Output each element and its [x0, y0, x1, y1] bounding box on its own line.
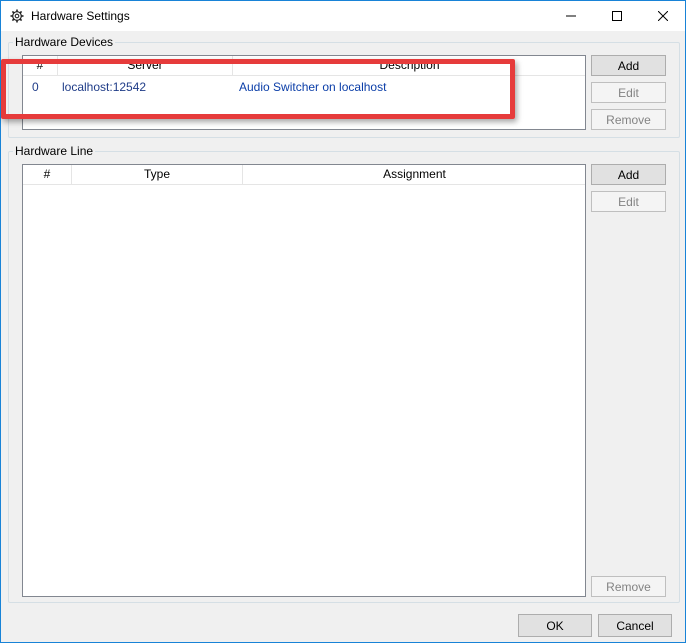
cancel-button[interactable]: Cancel	[598, 614, 672, 637]
list-header: # Type Assignment	[23, 165, 585, 185]
hardware-devices-label: Hardware Devices	[13, 35, 116, 49]
column-header-description[interactable]: Description	[233, 56, 586, 76]
hardware-line-label: Hardware Line	[13, 144, 96, 158]
row-description: Audio Switcher on localhost	[239, 80, 387, 94]
devices-remove-button[interactable]: Remove	[591, 109, 666, 130]
column-header-number[interactable]: #	[23, 56, 58, 76]
ok-button[interactable]: OK	[518, 614, 592, 637]
title-bar: Hardware Settings	[1, 1, 685, 31]
column-header-number[interactable]: #	[23, 165, 72, 185]
hardware-settings-window: Hardware Settings Hardware Devices # Ser…	[0, 0, 686, 643]
line-remove-button[interactable]: Remove	[591, 576, 666, 597]
hardware-devices-list[interactable]: # Server Description 0 localhost:12542 A…	[22, 55, 586, 130]
line-add-button[interactable]: Add	[591, 164, 666, 185]
devices-add-button[interactable]: Add	[591, 55, 666, 76]
devices-edit-button[interactable]: Edit	[591, 82, 666, 103]
gear-icon	[10, 9, 24, 23]
row-server: localhost:12542	[62, 80, 147, 94]
maximize-icon	[612, 11, 622, 21]
row-number: 0	[32, 80, 39, 94]
line-edit-button[interactable]: Edit	[591, 191, 666, 212]
list-header: # Server Description	[23, 56, 585, 76]
minimize-button[interactable]	[548, 1, 594, 31]
close-icon	[658, 11, 668, 21]
minimize-icon	[566, 15, 576, 17]
column-header-type[interactable]: Type	[72, 165, 243, 185]
maximize-button[interactable]	[594, 1, 640, 31]
window-title: Hardware Settings	[31, 9, 130, 23]
hardware-line-list[interactable]: # Type Assignment	[22, 164, 586, 597]
close-button[interactable]	[640, 1, 686, 31]
column-header-assignment[interactable]: Assignment	[243, 165, 586, 185]
column-header-server[interactable]: Server	[58, 56, 233, 76]
table-row[interactable]: 0 localhost:12542 Audio Switcher on loca…	[23, 77, 585, 97]
